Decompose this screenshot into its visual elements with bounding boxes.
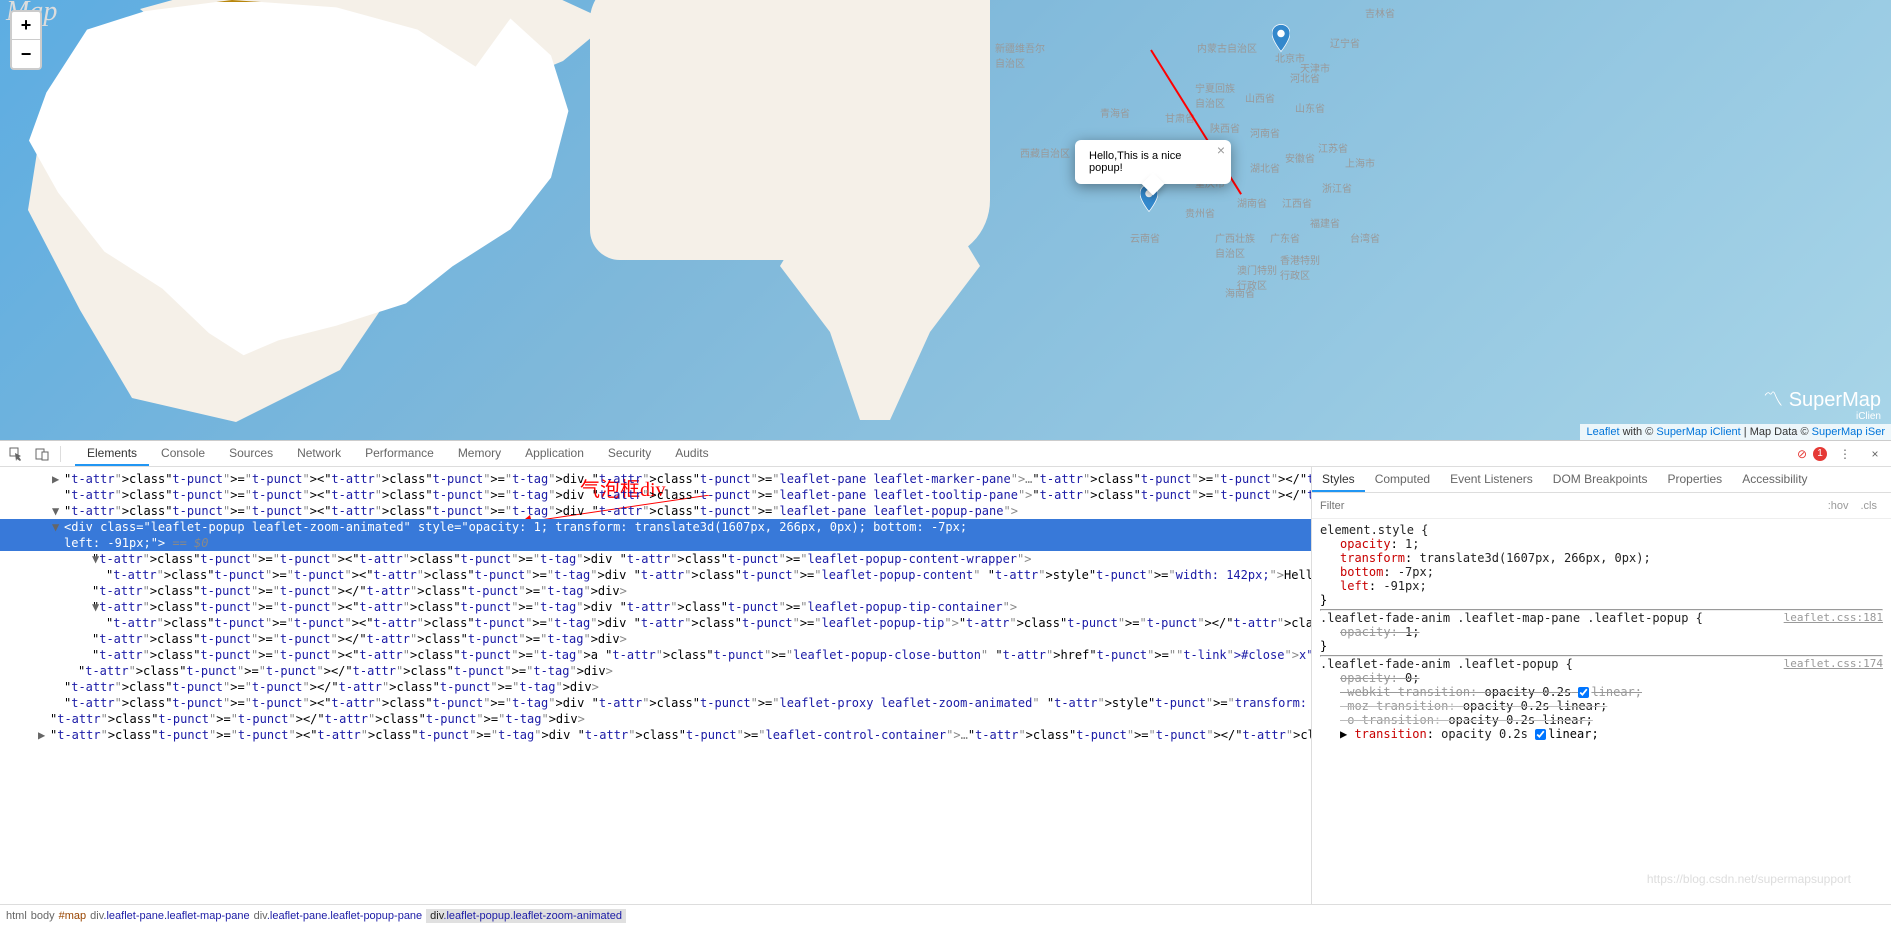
dom-node[interactable]: ▶"t-attr">class"t-punct">="t-punct"><"t-…	[0, 727, 1311, 743]
hov-toggle[interactable]: :hov	[1822, 500, 1855, 512]
province-label: 江西省	[1282, 195, 1312, 210]
province-label: 天津市	[1300, 60, 1330, 75]
dom-node-selected[interactable]: ▼<div class="leaflet-popup leaflet-zoom-…	[0, 519, 1311, 551]
error-count[interactable]: 1	[1813, 447, 1827, 461]
zoom-control: + −	[10, 10, 42, 70]
tab-performance[interactable]: Performance	[353, 442, 446, 466]
province-label: 浙江省	[1322, 180, 1352, 195]
province-label: 吉林省	[1365, 5, 1395, 20]
side-tab-event-listeners[interactable]: Event Listeners	[1440, 467, 1543, 492]
province-label: 上海市	[1345, 155, 1375, 170]
province-label: 辽宁省	[1330, 35, 1360, 50]
supermap-logo: 〽 SuperMap iClien	[1763, 389, 1881, 422]
dom-node[interactable]: "t-attr">class"t-punct">="t-punct"></"t-…	[0, 663, 1311, 679]
province-label: 西藏自治区	[1020, 145, 1070, 160]
tab-elements[interactable]: Elements	[75, 442, 149, 466]
dom-node[interactable]: "t-attr">class"t-punct">="t-punct"><"t-a…	[0, 567, 1311, 583]
dom-node[interactable]: "t-attr">class"t-punct">="t-punct"><"t-a…	[0, 615, 1311, 631]
province-label: 宁夏回族自治区	[1195, 80, 1235, 110]
styles-body[interactable]: element.style {opacity: 1;transform: tra…	[1312, 519, 1891, 904]
tab-memory[interactable]: Memory	[446, 442, 513, 466]
map-viewport[interactable]: Map 新疆维吾尔自治区青海省西藏自治区甘肃省宁夏回族自治区内蒙古自治区陕西省山…	[0, 0, 1891, 440]
province-label: 海南省	[1225, 285, 1255, 300]
tab-sources[interactable]: Sources	[217, 442, 285, 466]
devtools: ElementsConsoleSourcesNetworkPerformance…	[0, 440, 1891, 926]
dom-node[interactable]: "t-attr">class"t-punct">="t-punct"><"t-a…	[0, 647, 1311, 663]
province-label: 陕西省	[1210, 120, 1240, 135]
dom-node[interactable]: "t-attr">class"t-punct">="t-punct"></"t-…	[0, 583, 1311, 599]
close-devtools-icon[interactable]: ×	[1863, 444, 1887, 464]
watermark: https://blog.csdn.net/supermapsupport	[1647, 872, 1851, 886]
province-label: 北京市	[1275, 50, 1305, 65]
dom-node[interactable]: "t-attr">class"t-punct">="t-punct"></"t-…	[0, 631, 1311, 647]
breadcrumb-item[interactable]: body	[31, 910, 55, 922]
dom-node[interactable]: "t-attr">class"t-punct">="t-punct"></"t-…	[0, 679, 1311, 695]
province-label: 福建省	[1310, 215, 1340, 230]
dom-node[interactable]: ▼"t-attr">class"t-punct">="t-punct"><"t-…	[0, 503, 1311, 519]
breadcrumb-item[interactable]: div.leaflet-pane.leaflet-popup-pane	[254, 910, 423, 922]
land-india	[780, 200, 980, 420]
more-icon[interactable]: ⋮	[1833, 444, 1857, 464]
dom-node[interactable]: "t-attr">class"t-punct">="t-punct"><"t-a…	[0, 487, 1311, 503]
cls-toggle[interactable]: .cls	[1855, 500, 1884, 512]
breadcrumb-item[interactable]: div.leaflet-pane.leaflet-map-pane	[90, 910, 249, 922]
province-label: 湖南省	[1237, 195, 1267, 210]
map-popup: Hello,This is a nice popup! ×	[1075, 140, 1231, 184]
province-label: 香港特别行政区	[1280, 252, 1320, 282]
tab-network[interactable]: Network	[285, 442, 353, 466]
province-label: 山东省	[1295, 100, 1325, 115]
leaflet-link[interactable]: Leaflet	[1586, 426, 1619, 438]
iclient-link[interactable]: SuperMap iClient	[1656, 426, 1740, 438]
province-label: 河北省	[1290, 70, 1320, 85]
side-tab-dom-breakpoints[interactable]: DOM Breakpoints	[1543, 467, 1658, 492]
province-label: 广东省	[1270, 230, 1300, 245]
province-label: 江苏省	[1318, 140, 1348, 155]
zoom-in-button[interactable]: +	[12, 12, 40, 40]
province-label: 澳门特别行政区	[1237, 262, 1277, 292]
side-tab-properties[interactable]: Properties	[1657, 467, 1732, 492]
zoom-out-button[interactable]: −	[12, 40, 40, 68]
tab-application[interactable]: Application	[513, 442, 596, 466]
province-label: 河南省	[1250, 125, 1280, 140]
popup-close-button[interactable]: ×	[1217, 142, 1225, 158]
device-icon[interactable]	[30, 444, 54, 464]
province-label: 台湾省	[1350, 230, 1380, 245]
province-label: 内蒙古自治区	[1197, 40, 1257, 55]
breadcrumb[interactable]: html body #mapdiv.leaflet-pane.leaflet-map…	[0, 904, 1891, 926]
province-label: 贵州省	[1185, 205, 1215, 220]
tab-security[interactable]: Security	[596, 442, 663, 466]
elements-panel[interactable]: 气泡框div ▶"t-attr">class"t-punct">="t-punc…	[0, 467, 1311, 904]
province-label: 青海省	[1100, 105, 1130, 120]
dom-node[interactable]: "t-attr">class"t-punct">="t-punct"><"t-a…	[0, 695, 1311, 711]
province-label: 湖北省	[1250, 160, 1280, 175]
province-label: 云南省	[1130, 230, 1160, 245]
inspect-icon[interactable]	[4, 444, 28, 464]
tab-console[interactable]: Console	[149, 442, 217, 466]
breadcrumb-item[interactable]: div.leaflet-popup.leaflet-zoom-animated	[426, 909, 626, 923]
dom-node[interactable]: ▼"t-attr">class"t-punct">="t-punct"><"t-…	[0, 599, 1311, 615]
iserver-link[interactable]: SuperMap iSer	[1812, 426, 1885, 438]
filter-input[interactable]	[1320, 500, 1822, 512]
styles-panel: StylesComputedEvent ListenersDOM Breakpo…	[1311, 467, 1891, 904]
dom-node[interactable]: "t-attr">class"t-punct">="t-punct"></"t-…	[0, 711, 1311, 727]
popup-content: Hello,This is a nice popup!	[1089, 150, 1181, 174]
side-tab-styles[interactable]: Styles	[1312, 467, 1365, 492]
breadcrumb-item[interactable]: #map	[59, 910, 87, 922]
attribution: Leaflet with © SuperMap iClient | Map Da…	[1580, 424, 1891, 440]
province-label: 山西省	[1245, 90, 1275, 105]
dom-node[interactable]: ▶"t-attr">class"t-punct">="t-punct"><"t-…	[0, 471, 1311, 487]
province-label: 新疆维吾尔自治区	[995, 40, 1045, 70]
tab-audits[interactable]: Audits	[663, 442, 720, 466]
province-label: 广西壮族自治区	[1215, 230, 1255, 260]
dom-node[interactable]: ▼"t-attr">class"t-punct">="t-punct"><"t-…	[0, 551, 1311, 567]
marker-beijing[interactable]	[1272, 24, 1290, 52]
breadcrumb-item[interactable]: html	[6, 910, 27, 922]
province-label: 安徽省	[1285, 150, 1315, 165]
devtools-toolbar: ElementsConsoleSourcesNetworkPerformance…	[0, 441, 1891, 467]
side-tab-computed[interactable]: Computed	[1365, 467, 1440, 492]
side-tab-accessibility[interactable]: Accessibility	[1732, 467, 1817, 492]
